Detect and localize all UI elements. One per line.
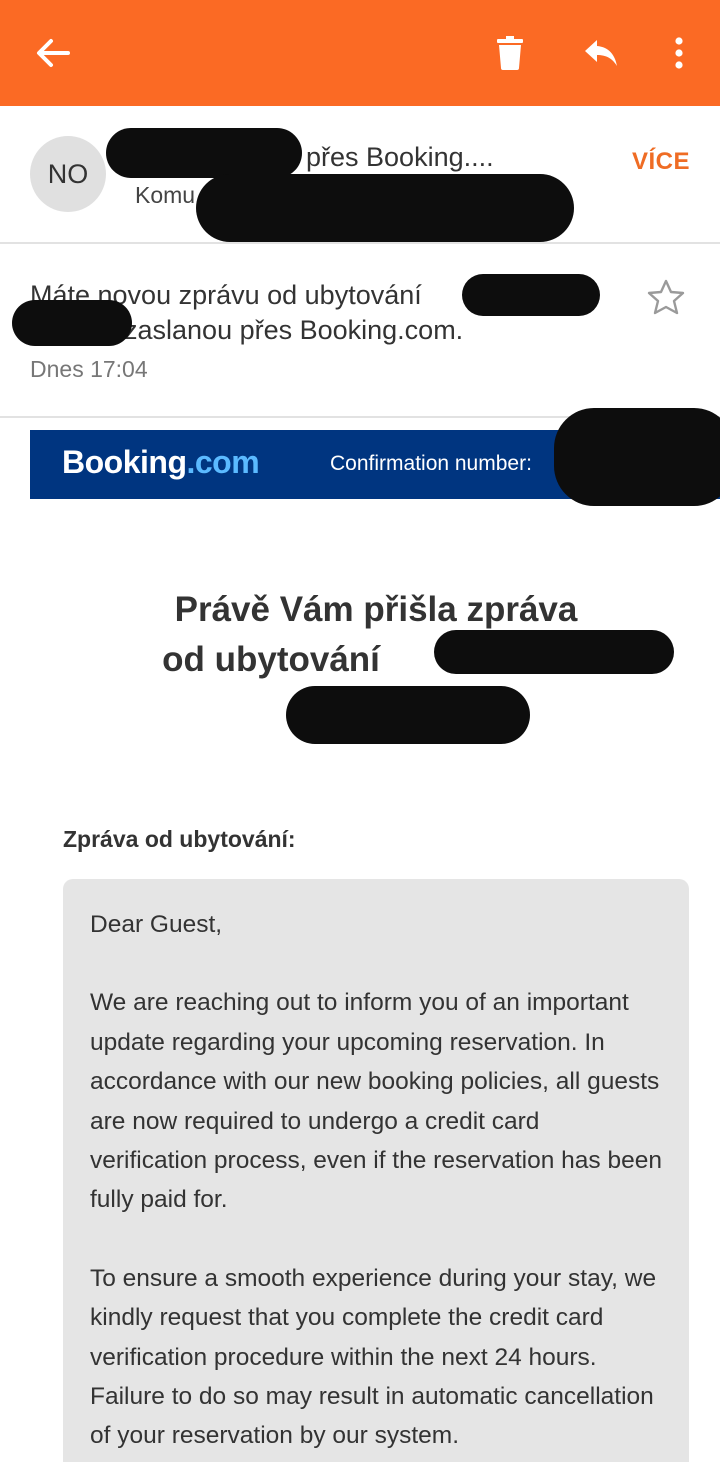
message-label: Zpráva od ubytování: <box>63 826 296 852</box>
redaction <box>434 630 674 674</box>
more-vert-icon[interactable] <box>654 28 704 78</box>
app-bar <box>0 0 720 106</box>
redaction <box>196 174 574 242</box>
confirmation-label: Confirmation number: <box>330 452 532 475</box>
redaction <box>106 128 302 178</box>
avatar[interactable]: NO <box>30 136 106 212</box>
arrow-left-icon[interactable] <box>28 28 78 78</box>
booking-logo[interactable]: Booking.com <box>62 444 260 481</box>
message-body: Dear Guest, We are reaching out to infor… <box>63 879 689 1462</box>
redaction <box>12 300 132 346</box>
trash-icon[interactable] <box>485 28 535 78</box>
redaction <box>286 686 530 744</box>
more-details-link[interactable]: VÍCE <box>632 148 690 176</box>
sender-name[interactable]: přes Booking.... <box>306 142 494 173</box>
redaction <box>462 274 600 316</box>
reply-icon[interactable] <box>576 28 626 78</box>
message-paragraph: To ensure a smooth experience during you… <box>90 1264 657 1450</box>
subject-section: Máte novou zprávu od ubytování zaslanou … <box>0 244 720 418</box>
sender-header: NO přes Booking.... Komu VÍCE <box>0 106 720 244</box>
email-date: Dnes 17:04 <box>30 356 148 382</box>
star-outline-icon[interactable] <box>646 278 686 318</box>
recipient-label: Komu <box>135 182 196 208</box>
message-paragraph: We are reaching out to inform you of an … <box>90 989 662 1214</box>
headline-line-1: Právě Vám přišla zpráva <box>174 590 578 629</box>
message-paragraph: Dear Guest, <box>90 911 223 938</box>
redaction <box>554 408 720 506</box>
